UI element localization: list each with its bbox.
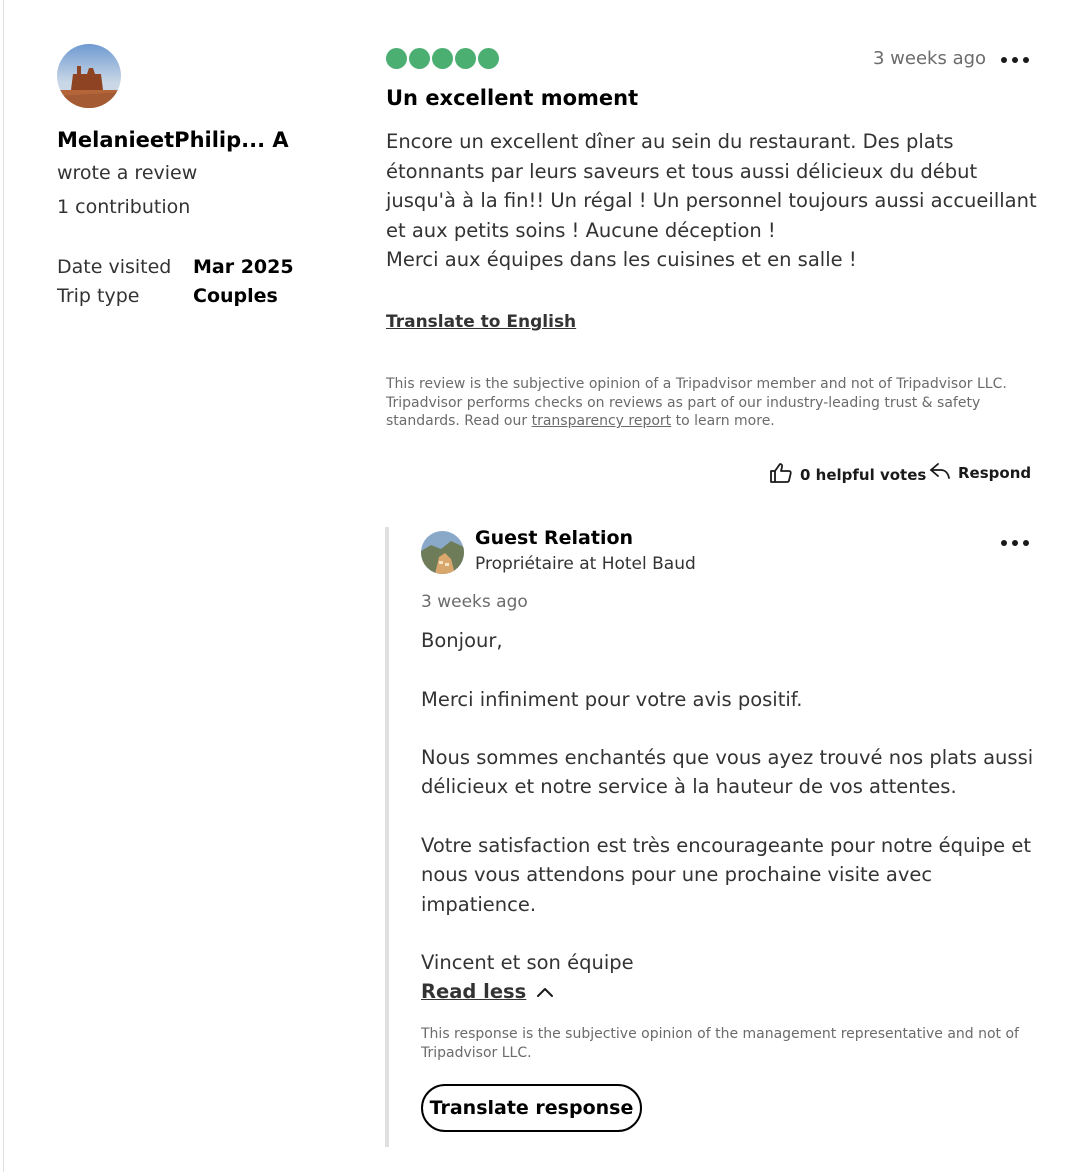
review-body-paragraph: Encore un excellent dîner au sein du res…	[386, 130, 1037, 242]
response-body: Bonjour, Merci infiniment pour votre avi…	[421, 626, 1041, 978]
date-visited-label: Date visited	[57, 256, 172, 278]
review-title[interactable]: Un excellent moment	[386, 86, 638, 110]
contribution-count: 1 contribution	[57, 196, 191, 218]
review-disclaimer: This review is the subjective opinion of…	[386, 375, 1036, 431]
read-less-label: Read less	[421, 980, 527, 1003]
response-more-options-icon[interactable]	[1001, 531, 1029, 555]
review-more-options-icon[interactable]	[1001, 48, 1029, 72]
reviewer-name[interactable]: MelanieetPhilip... A	[57, 128, 289, 152]
rating-bubble-icon	[432, 48, 453, 69]
rating-bubble-icon	[409, 48, 430, 69]
response-disclaimer: This response is the subjective opinion …	[421, 1026, 1019, 1061]
thumbs-up-icon	[769, 462, 793, 488]
translate-response-button[interactable]: Translate response	[421, 1084, 642, 1132]
response-paragraph: Vincent et son équipe	[421, 951, 634, 975]
transparency-report-link[interactable]: transparency report	[532, 413, 672, 429]
trip-type-value: Couples	[193, 285, 278, 307]
chevron-up-icon	[536, 980, 554, 1003]
trip-type-label: Trip type	[57, 285, 140, 307]
response-paragraph: Votre satisfaction est très encourageant…	[421, 834, 1032, 916]
respond-button[interactable]: Respond	[930, 462, 1031, 484]
review-date: 3 weeks ago	[873, 48, 987, 69]
page-divider	[3, 0, 4, 1172]
translate-to-english-link[interactable]: Translate to English	[386, 312, 576, 332]
helpful-vote-button[interactable]: 0 helpful votes	[769, 462, 926, 488]
response-paragraph: Bonjour,	[421, 629, 503, 652]
review-action-label: wrote a review	[57, 162, 198, 184]
date-visited-row: Date visited Mar 2025	[57, 256, 294, 278]
date-visited-value: Mar 2025	[193, 256, 294, 278]
disclaimer-text-end: to learn more.	[671, 413, 775, 429]
response-paragraph: Nous sommes enchantés que vous ayez trou…	[421, 746, 1034, 799]
rating-bubble-icon	[455, 48, 476, 69]
reply-arrow-icon	[930, 462, 950, 484]
response-date: 3 weeks ago	[421, 592, 528, 612]
rating-bubble-icon	[386, 48, 407, 69]
responder-name: Guest Relation	[475, 527, 634, 549]
response-indent-bar	[385, 527, 389, 1147]
trip-type-row: Trip type Couples	[57, 285, 278, 307]
rating-bubble-icon	[478, 48, 499, 69]
review-body: Encore un excellent dîner au sein du res…	[386, 127, 1046, 275]
review-body-paragraph: Merci aux équipes dans les cuisines et e…	[386, 248, 857, 271]
reviewer-avatar[interactable]	[57, 44, 121, 108]
rating-bubbles	[386, 48, 499, 69]
read-less-button[interactable]: Read less	[421, 980, 554, 1003]
responder-avatar	[421, 531, 464, 574]
response-paragraph: Merci infiniment pour votre avis positif…	[421, 687, 803, 711]
helpful-votes-label: 0 helpful votes	[800, 466, 927, 484]
respond-label: Respond	[958, 464, 1032, 482]
responder-role: Propriétaire at Hotel Baud	[475, 554, 696, 574]
